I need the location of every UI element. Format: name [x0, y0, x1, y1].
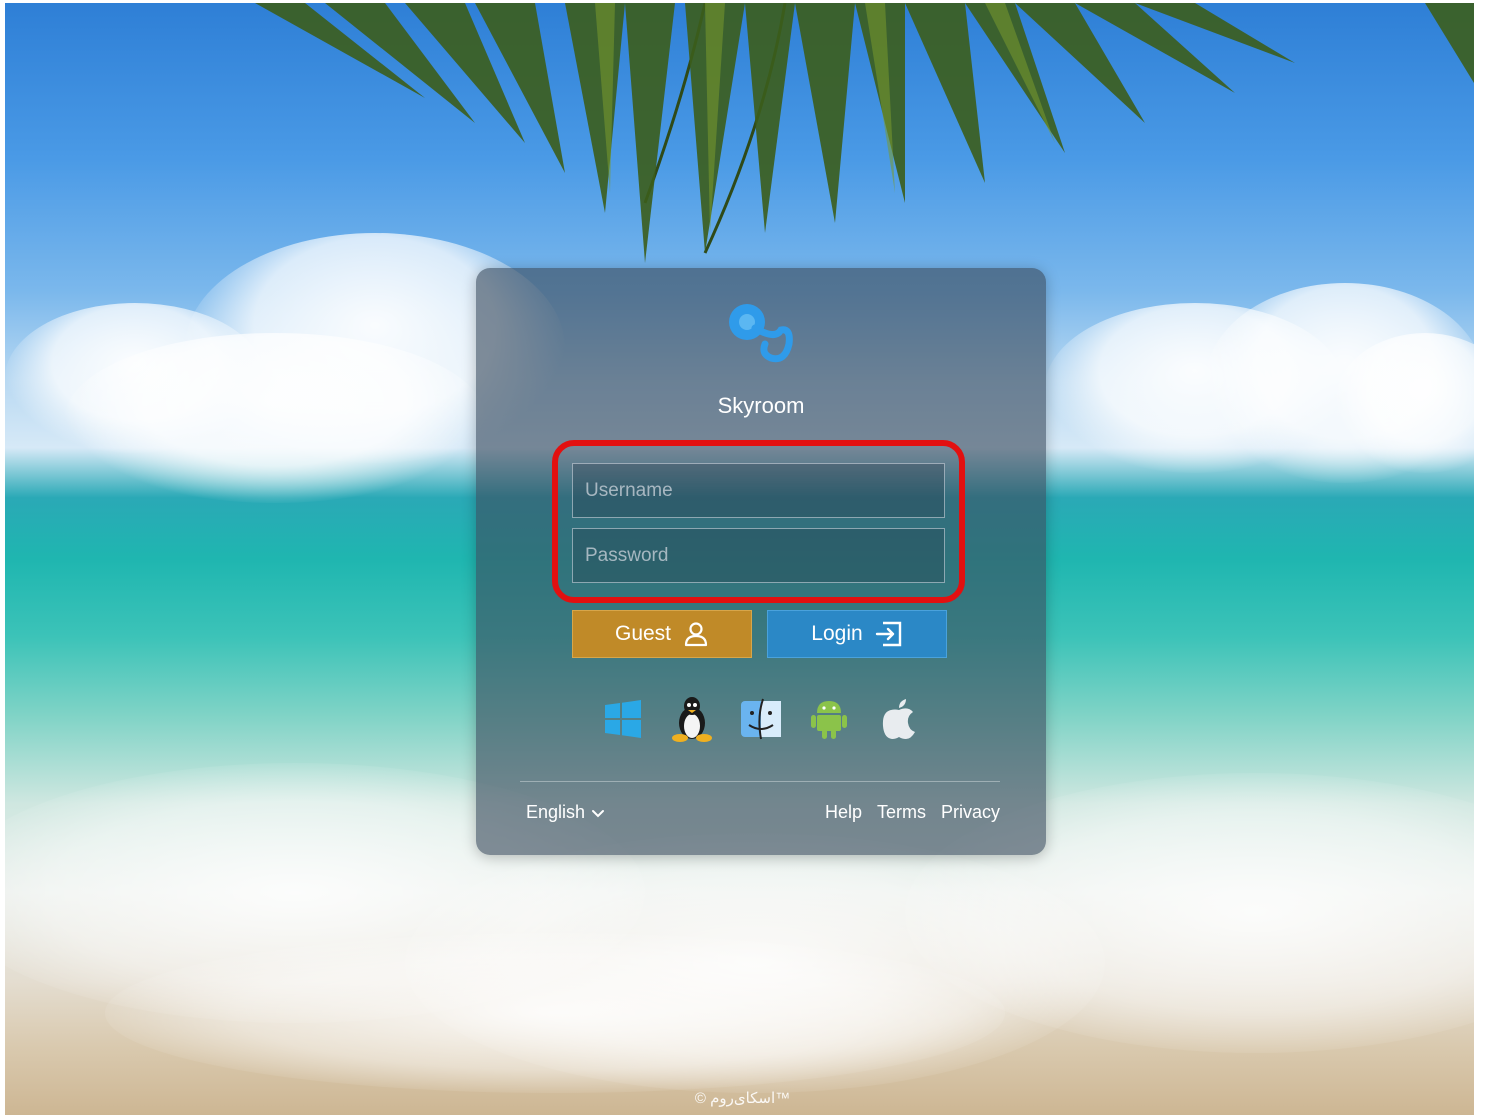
skyroom-logo-icon	[729, 304, 793, 363]
login-card: Skyroom Guest Login	[476, 268, 1046, 855]
apple-icon[interactable]	[876, 696, 922, 742]
footer-links: Help Terms Privacy	[825, 802, 1000, 823]
login-button[interactable]: Login	[767, 610, 947, 658]
copyright-text: © اسکای‌روم™	[694, 1090, 791, 1107]
guest-button-label: Guest	[614, 622, 672, 645]
macos-finder-icon[interactable]	[738, 696, 784, 742]
card-divider	[520, 781, 1000, 782]
language-selector[interactable]: English	[526, 802, 605, 823]
windows-icon[interactable]	[600, 696, 646, 742]
help-link[interactable]: Help	[825, 802, 862, 823]
chevron-down-icon	[592, 809, 605, 817]
login-button-label: Login	[811, 622, 863, 645]
platform-downloads	[594, 696, 924, 746]
privacy-link[interactable]: Privacy	[941, 802, 1000, 823]
login-screen: Skyroom Guest Login	[0, 0, 1485, 1117]
linux-icon[interactable]	[669, 696, 715, 742]
sign-in-icon	[875, 621, 901, 647]
guest-button[interactable]: Guest	[572, 610, 752, 658]
user-icon	[684, 622, 708, 647]
credentials-highlight-box	[552, 440, 965, 603]
terms-link[interactable]: Terms	[877, 802, 926, 823]
app-name: Skyroom	[717, 393, 805, 418]
android-icon[interactable]	[806, 696, 852, 742]
language-label: English	[526, 802, 586, 822]
